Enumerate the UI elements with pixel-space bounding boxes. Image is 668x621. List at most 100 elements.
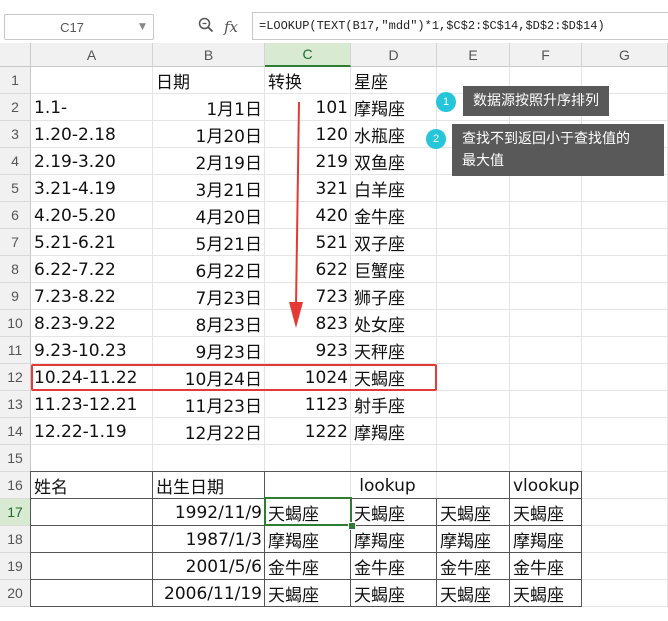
header-date[interactable]: 日期 <box>153 67 265 94</box>
cell-e20[interactable]: 天蝎座 <box>437 580 510 607</box>
cell-d4[interactable]: 双鱼座 <box>351 148 437 175</box>
row-header-8[interactable]: 8 <box>0 256 31 283</box>
row-header-3[interactable]: 3 <box>0 121 31 148</box>
header-zodiac[interactable]: 星座 <box>351 67 437 94</box>
row-header-5[interactable]: 5 <box>0 175 31 202</box>
zoom-icon[interactable] <box>198 17 214 37</box>
column-header-c[interactable]: C <box>265 43 351 67</box>
cell-b18[interactable]: 1987/1/3 <box>153 526 265 553</box>
cell-f17[interactable]: 天蝎座 <box>510 499 582 526</box>
row-header-14[interactable]: 14 <box>0 418 31 445</box>
column-header-a[interactable]: A <box>31 43 153 67</box>
row-header-9[interactable]: 9 <box>0 283 31 310</box>
cell-a20[interactable] <box>31 580 153 607</box>
cell-a19[interactable] <box>31 553 153 580</box>
cell-d9[interactable]: 狮子座 <box>351 283 437 310</box>
cell-a9[interactable]: 7.23-8.22 <box>31 283 153 310</box>
row-header-7[interactable]: 7 <box>0 229 31 256</box>
cell-a6[interactable]: 4.20-5.20 <box>31 202 153 229</box>
row-header-11[interactable]: 11 <box>0 337 31 364</box>
row-header-18[interactable]: 18 <box>0 526 31 553</box>
cell-b17[interactable]: 1992/11/9 <box>153 499 265 526</box>
cell-a17[interactable] <box>31 499 153 526</box>
cell-d2[interactable]: 摩羯座 <box>351 94 437 121</box>
cell-f18[interactable]: 摩羯座 <box>510 526 582 553</box>
select-all-corner[interactable] <box>0 43 31 67</box>
cell-e19[interactable]: 金牛座 <box>437 553 510 580</box>
header-convert[interactable]: 转换 <box>265 67 351 94</box>
cell-a4[interactable]: 2.19-3.20 <box>31 148 153 175</box>
cell-e17[interactable]: 天蝎座 <box>437 499 510 526</box>
cell-d20[interactable]: 天蝎座 <box>351 580 437 607</box>
cell-b6[interactable]: 4月20日 <box>153 202 265 229</box>
cell-b4[interactable]: 2月19日 <box>153 148 265 175</box>
cell-b10[interactable]: 8月23日 <box>153 310 265 337</box>
row-header-16[interactable]: 16 <box>0 472 31 499</box>
cell-f20[interactable]: 天蝎座 <box>510 580 582 607</box>
cell-a7[interactable]: 5.21-6.21 <box>31 229 153 256</box>
name-box[interactable]: C17 ▼ <box>4 14 154 40</box>
cell-d3[interactable]: 水瓶座 <box>351 121 437 148</box>
cell-a10[interactable]: 8.23-9.22 <box>31 310 153 337</box>
cell-d6[interactable]: 金牛座 <box>351 202 437 229</box>
row-header-20[interactable]: 20 <box>0 580 31 607</box>
cell-c19[interactable]: 金牛座 <box>265 553 351 580</box>
cell-c13[interactable]: 1123 <box>265 391 351 418</box>
cell-c20[interactable]: 天蝎座 <box>265 580 351 607</box>
row-header-12[interactable]: 12 <box>0 364 31 391</box>
cell-a14[interactable]: 12.22-1.19 <box>31 418 153 445</box>
cell-b14[interactable]: 12月22日 <box>153 418 265 445</box>
cell-c14[interactable]: 1222 <box>265 418 351 445</box>
row-header-19[interactable]: 19 <box>0 553 31 580</box>
cell-b20[interactable]: 2006/11/19 <box>153 580 265 607</box>
column-header-b[interactable]: B <box>153 43 265 67</box>
cell-b5[interactable]: 3月21日 <box>153 175 265 202</box>
header-name[interactable]: 姓名 <box>31 472 153 499</box>
cell-d11[interactable]: 天秤座 <box>351 337 437 364</box>
column-header-g[interactable]: G <box>582 43 668 67</box>
fill-handle[interactable] <box>348 522 356 530</box>
cell-b19[interactable]: 2001/5/6 <box>153 553 265 580</box>
row-header-6[interactable]: 6 <box>0 202 31 229</box>
cell-d13[interactable]: 射手座 <box>351 391 437 418</box>
cell-a3[interactable]: 1.20-2.18 <box>31 121 153 148</box>
row-header-13[interactable]: 13 <box>0 391 31 418</box>
cell-d17[interactable]: 天蝎座 <box>351 499 437 526</box>
cell-a18[interactable] <box>31 526 153 553</box>
cell-d7[interactable]: 双子座 <box>351 229 437 256</box>
chevron-down-icon[interactable]: ▼ <box>139 22 153 32</box>
cell-d19[interactable]: 金牛座 <box>351 553 437 580</box>
column-header-f[interactable]: F <box>510 43 582 67</box>
cell-a13[interactable]: 11.23-12.21 <box>31 391 153 418</box>
column-header-e[interactable]: E <box>437 43 510 67</box>
cell-a5[interactable]: 3.21-4.19 <box>31 175 153 202</box>
header-vlookup[interactable]: vlookup <box>510 472 582 499</box>
cell-b8[interactable]: 6月22日 <box>153 256 265 283</box>
cell-a11[interactable]: 9.23-10.23 <box>31 337 153 364</box>
cell-b3[interactable]: 1月20日 <box>153 121 265 148</box>
row-header-10[interactable]: 10 <box>0 310 31 337</box>
cell-e18[interactable]: 摩羯座 <box>437 526 510 553</box>
cell-d14[interactable]: 摩羯座 <box>351 418 437 445</box>
cell-b9[interactable]: 7月23日 <box>153 283 265 310</box>
cell-c11[interactable]: 923 <box>265 337 351 364</box>
cell-a8[interactable]: 6.22-7.22 <box>31 256 153 283</box>
cell-d5[interactable]: 白羊座 <box>351 175 437 202</box>
cell-d18[interactable]: 摩羯座 <box>351 526 437 553</box>
cell-c18[interactable]: 摩羯座 <box>265 526 351 553</box>
cell-b7[interactable]: 5月21日 <box>153 229 265 256</box>
cell-f19[interactable]: 金牛座 <box>510 553 582 580</box>
column-header-d[interactable]: D <box>351 43 437 67</box>
cell-b11[interactable]: 9月23日 <box>153 337 265 364</box>
cell-a2[interactable]: 1.1- <box>31 94 153 121</box>
cell-b2[interactable]: 1月1日 <box>153 94 265 121</box>
row-header-2[interactable]: 2 <box>0 94 31 121</box>
row-header-17[interactable]: 17 <box>0 499 31 526</box>
function-icon[interactable]: fx <box>224 18 238 36</box>
cell-d10[interactable]: 处女座 <box>351 310 437 337</box>
row-header-15[interactable]: 15 <box>0 445 31 472</box>
header-birthdate[interactable]: 出生日期 <box>153 472 265 499</box>
cell-d8[interactable]: 巨蟹座 <box>351 256 437 283</box>
row-header-1[interactable]: 1 <box>0 67 31 94</box>
row-header-4[interactable]: 4 <box>0 148 31 175</box>
